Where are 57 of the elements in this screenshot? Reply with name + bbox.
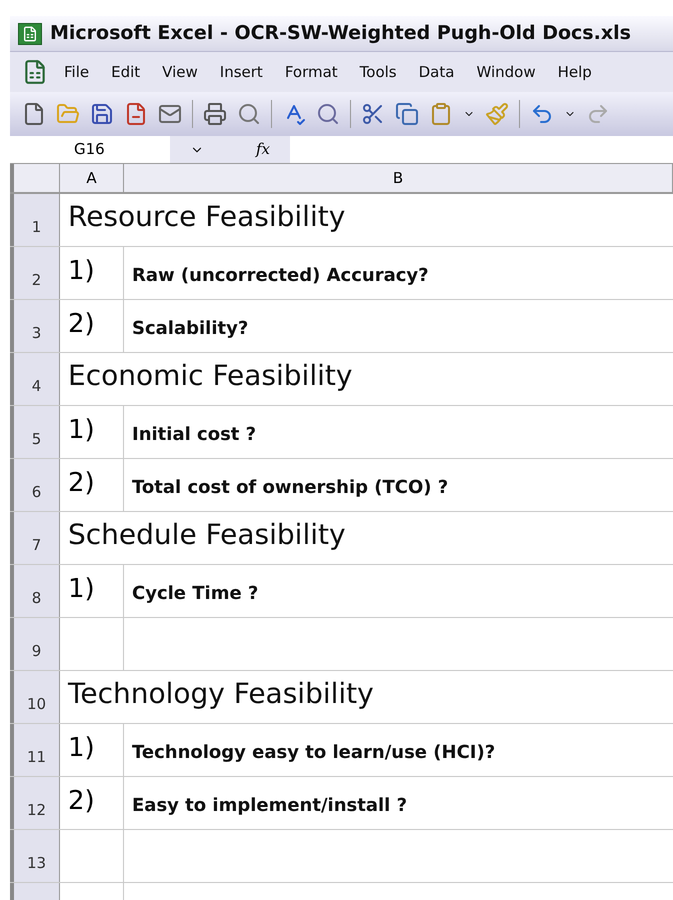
window-title: Microsoft Excel - OCR-SW-Weighted Pugh-Old Docs.xls: [50, 21, 631, 46]
function-button[interactable]: fx: [256, 138, 270, 161]
criterion-text: Total cost of ownership (TCO) ?: [131, 476, 450, 500]
menu-item[interactable]: Insert: [214, 60, 269, 84]
row-header[interactable]: 12: [10, 777, 60, 829]
cut-icon[interactable]: [361, 102, 385, 126]
row-header[interactable]: 5: [10, 406, 60, 458]
section-heading: Technology Feasibility: [66, 676, 375, 712]
menu-item[interactable]: Tools: [354, 60, 403, 84]
menu-item[interactable]: File: [58, 60, 96, 84]
criterion-text: Easy to implement/install ?: [131, 794, 408, 818]
row-header[interactable]: 9: [10, 618, 60, 670]
section-heading: Resource Feasibility: [67, 199, 346, 235]
menu-item[interactable]: Format: [278, 60, 344, 84]
item-number: 2): [60, 300, 124, 352]
menu-item[interactable]: Edit: [105, 60, 146, 84]
section-heading: Schedule Feasibility: [67, 517, 347, 553]
row-header[interactable]: 8: [10, 565, 60, 617]
column-header[interactable]: A: [60, 164, 124, 192]
row-header[interactable]: 3: [10, 300, 60, 352]
menu-item[interactable]: Help: [552, 60, 598, 84]
menu-item[interactable]: Data: [412, 60, 460, 84]
item-number: 1): [60, 565, 124, 617]
excel-logo-icon: [18, 22, 42, 44]
paste-icon[interactable]: [429, 102, 453, 126]
item-number: 2): [60, 777, 124, 829]
print-preview-icon[interactable]: [237, 102, 261, 126]
criterion-text: Initial cost ?: [131, 423, 258, 447]
row-header[interactable]: 4: [10, 353, 60, 405]
column-header[interactable]: B: [124, 164, 673, 192]
row-header[interactable]: 2: [10, 247, 60, 299]
cell-reference: G16: [74, 139, 105, 160]
criterion-text: Technology easy to learn/use (HCI)?: [131, 741, 496, 765]
section-heading: Economic Feasibility: [67, 358, 354, 394]
printer-icon[interactable]: [203, 102, 227, 126]
envelope-icon[interactable]: [158, 102, 182, 126]
item-number: 1): [60, 406, 124, 458]
row-header[interactable]: 6: [10, 459, 60, 511]
row-header[interactable]: 13: [10, 830, 60, 882]
menu-item[interactable]: Window: [470, 60, 542, 84]
save-icon[interactable]: [90, 102, 114, 126]
row-header[interactable]: 11: [10, 724, 60, 776]
criterion-text: Scalability?: [131, 317, 250, 341]
item-number: 2): [60, 459, 124, 511]
document-minus-icon[interactable]: [124, 102, 148, 126]
menu-item[interactable]: View: [156, 60, 204, 84]
new-document-icon[interactable]: [22, 102, 46, 126]
row-header[interactable]: 7: [10, 512, 60, 564]
row-header[interactable]: 1: [10, 194, 60, 246]
research-icon[interactable]: [316, 102, 340, 126]
criterion-text: Raw (uncorrected) Accuracy?: [131, 264, 430, 288]
row-header[interactable]: 10: [10, 671, 60, 723]
item-number: 1): [60, 724, 124, 776]
undo-icon[interactable]: [530, 102, 554, 126]
copy-icon[interactable]: [395, 102, 419, 126]
criterion-text: Cycle Time ?: [131, 582, 260, 606]
item-number: 1): [60, 247, 124, 299]
